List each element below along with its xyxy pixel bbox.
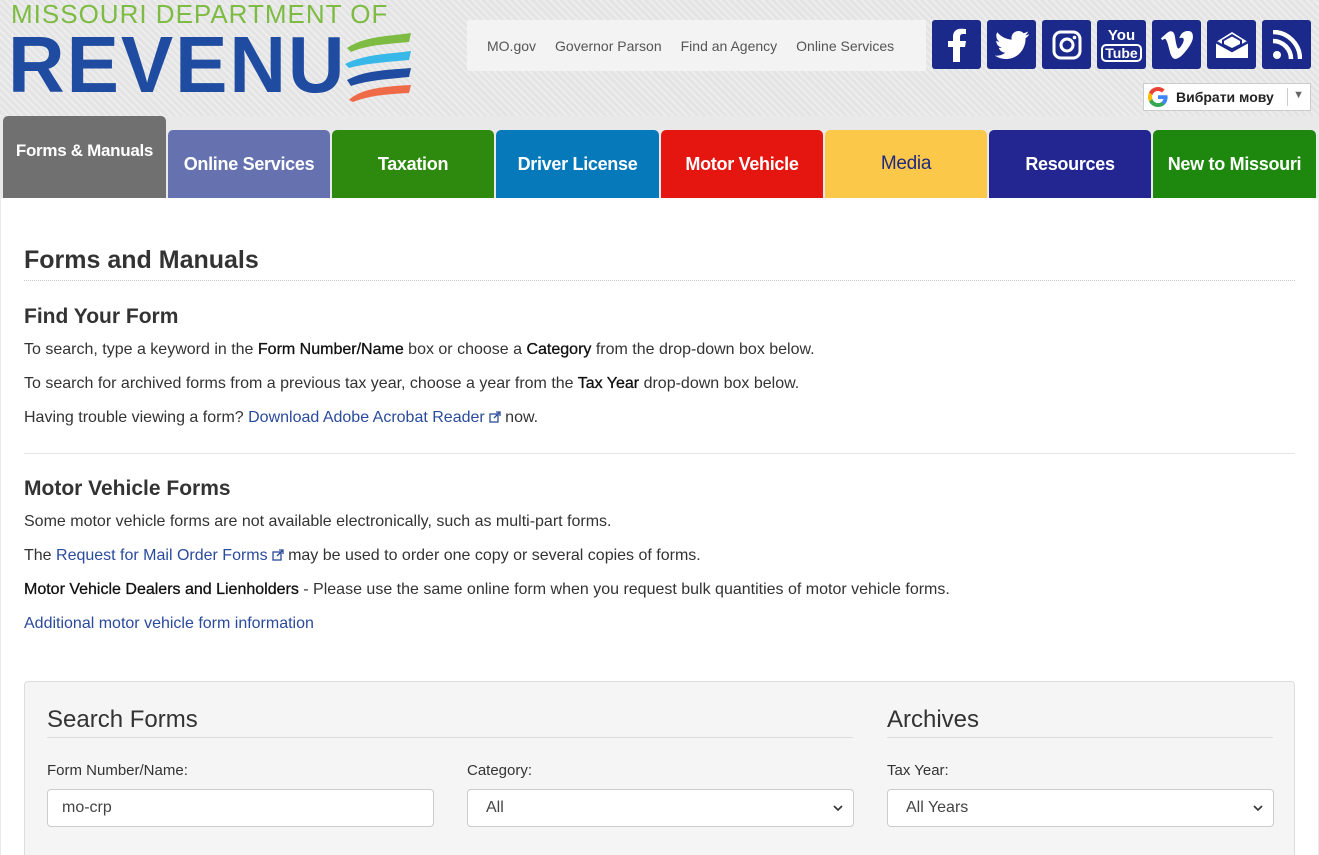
search-heading-underline [47, 737, 853, 738]
language-selector-label: Вибрати мову [1176, 89, 1274, 105]
emphasis-dealers-lienholders: Motor Vehicle Dealers and Lienholders [24, 581, 299, 598]
find-instructions-line-3: Having trouble viewing a form? Download … [24, 409, 538, 427]
tab-online-services[interactable]: Online Services [168, 130, 330, 198]
chevron-down-icon [833, 805, 843, 812]
motor-vehicle-forms-heading: Motor Vehicle Forms [24, 477, 231, 500]
text-fragment: Having trouble viewing a form? [24, 409, 249, 426]
mv-info-line-1: Some motor vehicle forms are not availab… [24, 513, 612, 530]
tax-year-select[interactable]: All Years [887, 789, 1274, 827]
youtube-label-top: You [1107, 26, 1136, 44]
form-number-label: Form Number/Name: [47, 762, 188, 779]
text-fragment: now. [500, 409, 539, 426]
tab-driver-license[interactable]: Driver License [496, 130, 659, 198]
emphasis-category: Category [526, 341, 592, 358]
youtube-icon[interactable]: You Tube [1097, 20, 1146, 69]
tab-motor-vehicle[interactable]: Motor Vehicle [661, 130, 823, 198]
section-divider [24, 453, 1295, 454]
tab-forms-manuals[interactable]: Forms & Manuals [3, 116, 166, 198]
tab-resources[interactable]: Resources [989, 130, 1151, 198]
logo-swoosh-icon [345, 33, 411, 102]
youtube-label-bottom: Tube [1101, 43, 1142, 62]
tax-year-label: Tax Year: [887, 762, 949, 779]
find-instructions-line-1: To search, type a keyword in the Form Nu… [24, 341, 815, 359]
text-fragment: To search for archived forms from a prev… [24, 375, 578, 392]
rss-icon[interactable] [1262, 20, 1311, 69]
language-selector[interactable]: Вибрати мову ▼ [1143, 83, 1311, 111]
archives-heading: Archives [887, 706, 980, 733]
find-instructions-line-2: To search for archived forms from a prev… [24, 375, 799, 393]
link-mo-gov[interactable]: MO.gov [487, 38, 536, 54]
emphasis-form-number-name: Form Number/Name [257, 341, 404, 358]
external-link-icon [271, 549, 284, 561]
logo-revenue-text[interactable]: REVENU [8, 25, 346, 105]
main-navigation: Forms & Manuals Online Services Taxation… [0, 116, 1319, 198]
utility-links-bar: MO.gov Governor Parson Find an Agency On… [467, 20, 926, 71]
download-acrobat-link[interactable]: Download Adobe Acrobat Reader [248, 409, 501, 426]
form-number-input[interactable]: mo-crp [47, 789, 434, 827]
link-find-an-agency[interactable]: Find an Agency [681, 38, 778, 54]
tab-new-to-missouri[interactable]: New to Missouri [1153, 130, 1316, 198]
page-title: Forms and Manuals [24, 246, 259, 274]
mv-info-line-2: The Request for Mail Order Forms may be … [24, 547, 701, 565]
mail-order-forms-link-text: Request for Mail Order Forms [56, 547, 268, 564]
vimeo-icon[interactable] [1152, 20, 1201, 69]
twitter-icon[interactable] [987, 20, 1036, 69]
category-select[interactable]: All [467, 789, 854, 827]
emphasis-tax-year: Tax Year [577, 375, 640, 392]
email-icon[interactable] [1207, 20, 1256, 69]
text-fragment: The [24, 547, 57, 564]
text-fragment: box or choose a [403, 341, 527, 358]
language-selector-divider [1287, 88, 1288, 106]
archives-heading-underline [887, 737, 1273, 738]
category-label: Category: [467, 762, 533, 779]
mv-info-line-3: Motor Vehicle Dealers and Lienholders - … [24, 581, 950, 599]
text-fragment: drop-down box below. [639, 375, 800, 392]
chevron-down-icon [1253, 805, 1263, 812]
tax-year-select-value: All Years [906, 799, 969, 816]
external-link-icon [489, 411, 501, 423]
text-fragment: from the drop-down box below. [591, 341, 815, 358]
facebook-icon[interactable] [932, 20, 981, 69]
find-your-form-heading: Find Your Form [24, 305, 179, 328]
tab-taxation[interactable]: Taxation [332, 130, 494, 198]
search-panel: Search Forms Archives Form Number/Name: … [24, 681, 1295, 855]
instagram-icon[interactable] [1042, 20, 1091, 69]
google-icon [1148, 87, 1168, 107]
category-select-value: All [486, 799, 504, 816]
text-fragment: - Please use the same online form when y… [298, 581, 950, 598]
title-divider [24, 280, 1295, 281]
dropdown-arrow-icon: ▼ [1293, 89, 1304, 101]
link-online-services[interactable]: Online Services [796, 38, 894, 54]
text-fragment: may be used to order one copy or several… [283, 547, 701, 564]
tab-media[interactable]: Media [825, 130, 987, 198]
main-content: Forms and Manuals Find Your Form To sear… [1, 198, 1318, 855]
text-fragment: To search, type a keyword in the [24, 341, 258, 358]
additional-mv-info-link[interactable]: Additional motor vehicle form informatio… [24, 615, 314, 633]
link-governor-parson[interactable]: Governor Parson [555, 38, 662, 54]
download-acrobat-link-text: Download Adobe Acrobat Reader [248, 409, 485, 426]
search-forms-heading: Search Forms [47, 706, 198, 733]
site-header: MISSOURI DEPARTMENT OF REVENU MO.gov Gov… [0, 0, 1319, 116]
mail-order-forms-link[interactable]: Request for Mail Order Forms [56, 547, 284, 564]
